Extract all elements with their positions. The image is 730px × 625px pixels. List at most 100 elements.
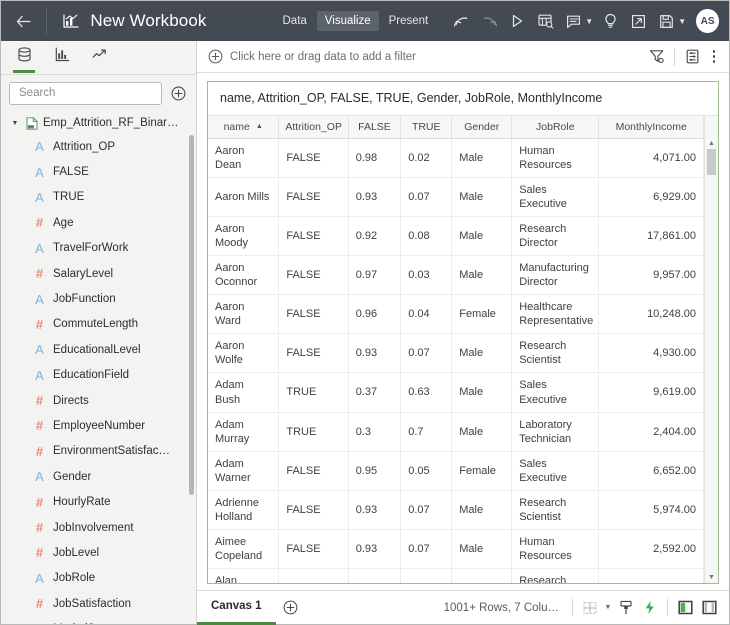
column-header[interactable]: MonthlyIncome [598, 116, 704, 139]
column-header[interactable]: TRUE [400, 116, 453, 139]
table-row[interactable]: Adam Bush TRUE 0.37 0.63 Male Sales Executive… [208, 372, 704, 413]
table-cell: Male [451, 568, 513, 583]
table-row[interactable]: Aaron Wolfe FALSE 0.93 0.07 Male Research Sci… [208, 333, 704, 374]
column-header[interactable]: name ▲ [208, 116, 280, 139]
field-label: EducationalLevel [53, 343, 141, 356]
table-row[interactable]: Adam Murray TRUE 0.3 0.7 Male Laboratory Tech… [208, 412, 704, 452]
run-button[interactable] [504, 7, 530, 35]
table-row[interactable]: Alan WatsonFALSE0.960.04MaleResearch Sci… [208, 568, 704, 583]
field-item[interactable]: # HourlyRate [1, 489, 196, 514]
table-cell: FALSE [278, 138, 349, 178]
column-header[interactable]: Attrition_OP [278, 116, 349, 139]
brush-button[interactable] [614, 595, 638, 621]
table-cell: Research Scientist [511, 333, 600, 374]
panel-left-toggle[interactable] [673, 595, 697, 621]
table-cell: FALSE [278, 490, 349, 531]
plus-circle-icon [208, 49, 223, 64]
field-item[interactable]: A JobRole [1, 566, 196, 591]
dot [712, 60, 716, 63]
scroll-up-arrow-icon[interactable]: ▲ [708, 138, 715, 149]
field-item[interactable]: # JobInvolvement [1, 515, 196, 540]
more-options-button[interactable] [705, 44, 723, 70]
field-item[interactable]: # CommuteLength [1, 312, 196, 337]
scrollbar-thumb[interactable] [707, 149, 716, 175]
field-item[interactable]: A MaritalStatus [1, 616, 196, 624]
dataset-root-item[interactable]: ▼ Emp_Attrition_RF_Binar… [1, 112, 196, 134]
field-item[interactable]: # EnvironmentSatisfac… [1, 439, 196, 464]
data-actions-button[interactable] [532, 7, 558, 35]
field-item[interactable]: A TRUE [1, 185, 196, 210]
table-row[interactable]: Adrienne Holland FALSE 0.93 0.07 Male Researc… [208, 490, 704, 531]
redo-button[interactable] [476, 7, 502, 35]
table-row[interactable]: Adam Warner FALSE 0.95 0.05 Female Sales Exec… [208, 451, 704, 491]
table-row[interactable]: Aaron Ward FALSE 0.96 0.04 Female Healthcare … [208, 294, 704, 335]
table-row[interactable]: Aaron Mills FALSE 0.93 0.07 Male Sales Execut… [208, 177, 704, 217]
field-item[interactable]: # EmployeeNumber [1, 413, 196, 438]
search-box[interactable] [9, 81, 162, 105]
table-row[interactable]: Aaron Moody FALSE 0.92 0.08 Male Research Dir… [208, 216, 704, 256]
visualization-container[interactable]: name, Attrition_OP, FALSE, TRUE, Gender,… [207, 81, 719, 584]
column-header[interactable]: Gender [451, 116, 513, 139]
sort-ascending-icon[interactable]: ▲ [256, 123, 263, 130]
table-row[interactable]: Aimee Copeland FALSE 0.93 0.07 Male Human Res… [208, 529, 704, 570]
field-item[interactable]: # JobSatisfaction [1, 591, 196, 616]
sidebar-tab-visualizations[interactable] [49, 42, 75, 74]
notes-dropdown-caret[interactable]: ▼ [583, 17, 595, 26]
panel-right-toggle[interactable] [697, 595, 721, 621]
field-item[interactable]: A EducationField [1, 363, 196, 388]
table-cell: 0.04 [400, 294, 453, 335]
table-cell: 17,861.00 [598, 216, 704, 256]
auto-refresh-button[interactable] [638, 595, 662, 621]
grid-vertical-scrollbar[interactable]: ▲ ▼ [704, 116, 718, 583]
tab-present[interactable]: Present [381, 11, 437, 31]
field-item[interactable]: # Directs [1, 388, 196, 413]
sidebar-tab-analytics[interactable] [87, 42, 113, 74]
canvas-settings-button[interactable] [679, 44, 705, 70]
undo-button[interactable] [448, 7, 474, 35]
field-item[interactable]: A FALSE [1, 159, 196, 184]
expand-button[interactable] [625, 7, 651, 35]
field-list[interactable]: ▼ Emp_Attrition_RF_Binar… A Attrition_OP A… [1, 111, 196, 624]
table-row[interactable]: Aaron Oconnor FALSE 0.97 0.03 Male Manufactur… [208, 255, 704, 296]
column-header-label: TRUE [411, 120, 441, 133]
table-cell: 4,485.00 [598, 568, 704, 583]
table-cell: Male [451, 490, 513, 531]
field-item[interactable]: # Age [1, 210, 196, 235]
field-item[interactable]: A Gender [1, 464, 196, 489]
add-canvas-button[interactable] [276, 591, 306, 625]
table-cell: Aaron Moody [208, 216, 280, 256]
tab-data[interactable]: Data [275, 11, 315, 31]
auto-refresh-icon [645, 601, 654, 614]
sidebar-tab-data[interactable] [11, 42, 37, 74]
back-button[interactable] [1, 1, 46, 41]
table-cell: 0.03 [400, 255, 453, 296]
table-row[interactable]: Aaron Dean FALSE 0.98 0.02 Male Human Resourc… [208, 138, 704, 178]
filter-hint-text[interactable]: Click here or drag data to add a filter [230, 51, 416, 63]
add-filter-icon[interactable] [207, 48, 224, 65]
column-header[interactable]: JobRole [511, 116, 600, 139]
grid-layout-button[interactable] [578, 595, 602, 621]
field-item[interactable]: A JobFunction [1, 286, 196, 311]
save-dropdown-caret[interactable]: ▼ [676, 17, 688, 26]
add-dataset-button[interactable] [168, 83, 188, 103]
search-input[interactable] [17, 86, 154, 100]
main-content: Click here or drag data to add a filter [197, 41, 729, 625]
field-item[interactable]: A Attrition_OP [1, 134, 196, 159]
user-avatar[interactable]: AS [696, 9, 719, 33]
field-item[interactable]: # JobLevel [1, 540, 196, 565]
grid-layout-caret[interactable]: ▼ [602, 604, 614, 611]
trend-line-icon [92, 48, 106, 58]
sidebar-scrollbar-thumb[interactable] [189, 135, 194, 495]
tab-visualize[interactable]: Visualize [316, 11, 379, 31]
column-header-label: Attrition_OP [285, 120, 342, 133]
canvas-area: name, Attrition_OP, FALSE, TRUE, Gender,… [197, 73, 729, 590]
field-item[interactable]: A TravelForWork [1, 236, 196, 261]
scroll-down-arrow-icon[interactable]: ▼ [708, 572, 715, 583]
expand-triangle-icon[interactable]: ▼ [10, 120, 20, 127]
field-item[interactable]: # SalaryLevel [1, 261, 196, 286]
column-header[interactable]: FALSE [348, 116, 402, 139]
field-item[interactable]: A EducationalLevel [1, 337, 196, 362]
filter-settings-button[interactable] [644, 44, 670, 70]
canvas-tab[interactable]: Canvas 1 [197, 591, 276, 625]
insights-button[interactable] [597, 7, 623, 35]
